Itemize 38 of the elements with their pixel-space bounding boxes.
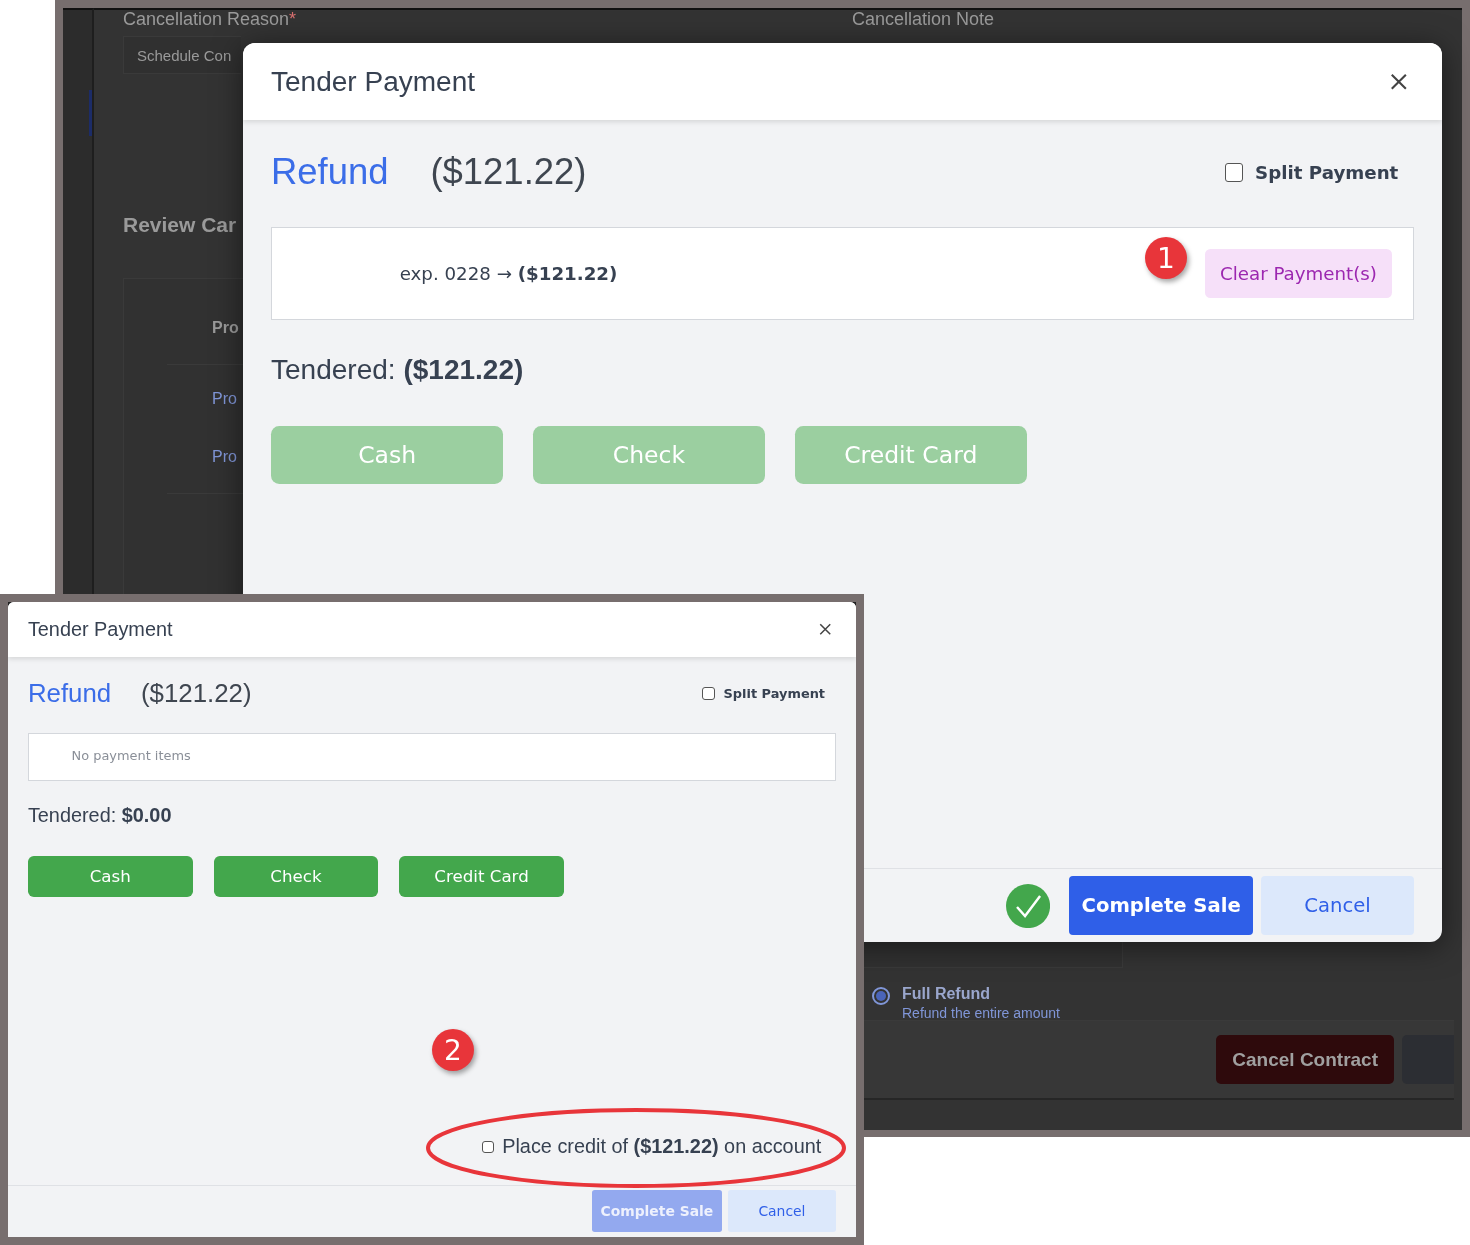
amount-due: ($121.22) (140, 679, 252, 709)
tendered-total: Tendered: $0.00 (27, 803, 173, 829)
cancel-button[interactable]: Cancel (1261, 876, 1414, 936)
amount-due: ($121.22) (430, 151, 587, 194)
payment-method-button[interactable]: Credit Card (399, 856, 564, 897)
clear-payments-button[interactable]: Clear Payment(s) (1204, 248, 1393, 298)
cancel-contract-button[interactable]: Cancel Contract (1216, 1035, 1394, 1084)
field-label: Cancellation Note (852, 8, 995, 31)
field-label: Cancellation Reason (123, 8, 290, 30)
split-payment-checkbox[interactable] (1224, 163, 1244, 182)
checkbox-label: Split Payment (1255, 161, 1399, 183)
empty-message: No payment items (71, 748, 191, 765)
checkbox-label: Split Payment (723, 686, 825, 702)
column-header: Pro (212, 318, 239, 338)
required-mark: * (289, 8, 297, 30)
option-label: Full Refund (902, 984, 991, 1004)
checkbox-label: Place credit of ($121.22) on account (502, 1135, 822, 1159)
product-link[interactable]: Pro (212, 446, 237, 468)
dialog-title: Tender Payment (27, 617, 174, 641)
transaction-type: Refund (27, 679, 112, 709)
radio-button[interactable] (872, 987, 890, 1005)
split-payment-checkbox[interactable] (702, 687, 716, 701)
close-icon[interactable] (1390, 72, 1409, 91)
nav-indicator (89, 90, 92, 136)
close-icon[interactable] (819, 623, 832, 636)
cancel-button[interactable]: Cancel (727, 1190, 837, 1233)
credit-checkbox[interactable] (482, 1140, 494, 1153)
complete-sale-button[interactable]: Complete Sale (1069, 876, 1254, 936)
option-description: Refund the entire amount (902, 1004, 1060, 1020)
payment-method-button[interactable]: Check (213, 856, 379, 897)
payment-method-button[interactable]: Cash (27, 856, 193, 897)
transaction-type: Refund (271, 151, 389, 194)
payment-item: exp. 0228 → ($121.22) (399, 261, 618, 286)
product-link[interactable]: Pro (212, 388, 237, 410)
tendered-total: Tendered: ($121.22) (271, 353, 525, 387)
section-title: Review Car (123, 212, 237, 238)
select-field[interactable]: Schedule Con (123, 36, 241, 74)
dialog-title: Tender Payment (271, 65, 477, 98)
